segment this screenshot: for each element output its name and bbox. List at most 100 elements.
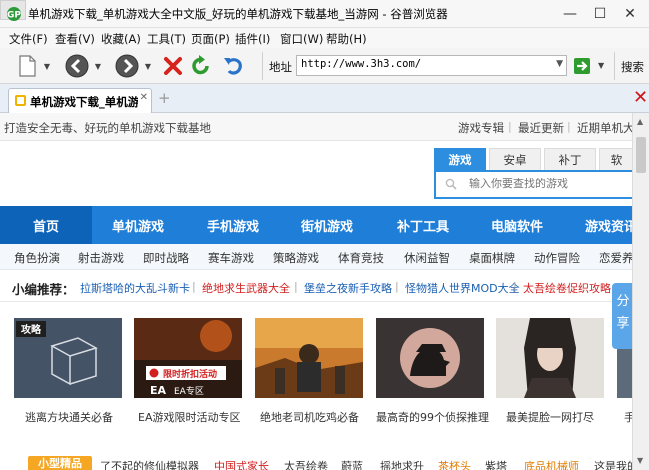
separator: | (508, 120, 512, 133)
thumb-image (255, 318, 363, 398)
search-tabs: 游戏 安卓 补丁 软 (434, 148, 632, 170)
close-window-button[interactable]: ✕ (614, 3, 646, 25)
search-tab-games[interactable]: 游戏 (434, 148, 486, 170)
small-game-link[interactable]: 紫塔 (485, 458, 507, 470)
subnav-rpg[interactable]: 角色扮演 (14, 250, 60, 266)
toolbar-separator (262, 52, 263, 80)
tab-bar: 单机游戏下载_单机游戏 ✕ + ✕ (0, 84, 649, 113)
forward-icon[interactable] (114, 53, 140, 79)
pick-link-5[interactable]: 太吾绘卷促织攻略 (523, 280, 611, 296)
separator: | (294, 280, 298, 293)
menu-plugins[interactable]: 插件(I) (235, 31, 270, 47)
thumb-caption[interactable]: 手 (624, 409, 632, 425)
back-icon[interactable] (64, 53, 90, 79)
menu-page[interactable]: 页面(P) (191, 31, 230, 47)
refresh-icon[interactable] (188, 53, 214, 79)
small-game-link[interactable]: 中国式家长 (214, 458, 269, 470)
small-game-link[interactable]: 底品机械师 (524, 458, 579, 470)
subnav-rts[interactable]: 即时战略 (143, 250, 189, 266)
undo-icon[interactable] (220, 53, 246, 79)
thumb-caption[interactable]: EA游戏限时活动专区 (138, 409, 240, 425)
tab-active[interactable]: 单机游戏下载_单机游戏 ✕ (8, 88, 152, 113)
thumb-caption[interactable]: 最高奇的99个侦探推理 (376, 409, 489, 425)
scroll-up-icon[interactable]: ▲ (637, 117, 643, 126)
site-slogan: 打造安全无毒、好玩的单机游戏下载基地 (4, 121, 211, 135)
subnav-action[interactable]: 动作冒险 (534, 250, 580, 266)
nav-game-news[interactable]: 游戏资讯 (585, 216, 632, 235)
pick-link-2[interactable]: 绝地求生武器大全 (202, 280, 290, 296)
thumb-face-customization[interactable] (496, 318, 604, 398)
new-page-dropdown-icon[interactable]: ▼ (43, 63, 51, 71)
close-all-tabs-icon[interactable]: ✕ (633, 87, 648, 108)
thumb-detective[interactable] (376, 318, 484, 398)
search-label[interactable]: 搜索 (621, 59, 644, 75)
small-games-strip: 小型精品 了不起的修仙模拟器 中国式家长 太吾绘卷 蔚蓝 摇地求升 茶杯头 紫塔… (0, 456, 632, 470)
thumb-ea-sale[interactable]: 限时折扣活动 EA EA专区 (134, 318, 242, 398)
search-tab-software[interactable]: 软 (599, 148, 632, 170)
pick-link-1[interactable]: 拉斯塔哈的大乱斗新卡 (80, 280, 190, 296)
thumb-cube-escape[interactable]: 攻略 (14, 318, 122, 398)
scroll-thumb[interactable] (636, 137, 646, 173)
nav-patch-tools[interactable]: 补丁工具 (397, 216, 449, 235)
thumb-caption[interactable]: 最美提脸一网打尽 (506, 409, 594, 425)
thumb-caption[interactable]: 逃离方块通关必备 (25, 409, 113, 425)
subnav-board[interactable]: 桌面棋牌 (469, 250, 515, 266)
forward-dropdown-icon[interactable]: ▼ (144, 63, 152, 71)
menu-view[interactable]: 查看(V) (55, 31, 95, 47)
tab-close-icon[interactable]: ✕ (140, 92, 148, 103)
nav-pc-software[interactable]: 电脑软件 (491, 216, 543, 235)
link-recent-major-games[interactable]: 近期单机大作 (577, 120, 632, 136)
search-tab-android[interactable]: 安卓 (489, 148, 541, 170)
pick-link-4[interactable]: 怪物猎人世界MOD大全 (405, 280, 520, 296)
menu-file[interactable]: 文件(F) (9, 31, 48, 47)
separator: | (567, 120, 571, 133)
share-button[interactable]: 分享 (612, 283, 632, 349)
svg-text:GP: GP (7, 11, 21, 21)
minimize-button[interactable]: — (554, 3, 586, 25)
small-game-link[interactable]: 摇地求升 (380, 458, 424, 470)
new-tab-button[interactable]: + (158, 89, 171, 107)
nav-pc-games[interactable]: 单机游戏 (112, 216, 164, 235)
tab-label: 单机游戏下载_单机游戏 (30, 95, 138, 109)
web-page: 打造安全无毒、好玩的单机游戏下载基地 游戏专辑 | 最近更新 | 近期单机大作 … (0, 113, 632, 470)
subnav-romance[interactable]: 恋爱养成 (599, 250, 632, 266)
new-page-icon[interactable] (14, 53, 40, 79)
menu-favorites[interactable]: 收藏(A) (101, 31, 141, 47)
small-game-link[interactable]: 了不起的修仙模拟器 (100, 458, 199, 470)
small-game-link[interactable]: 太吾绘卷 (284, 458, 328, 470)
site-search-input[interactable] (469, 178, 619, 190)
nav-mobile-games[interactable]: 手机游戏 (207, 216, 259, 235)
nav-arcade-games[interactable]: 街机游戏 (301, 216, 353, 235)
address-bar[interactable]: ▼ (296, 55, 567, 76)
menu-tools[interactable]: 工具(T) (147, 31, 186, 47)
small-game-link[interactable]: 蔚蓝 (341, 458, 363, 470)
menu-window[interactable]: 窗口(W) (280, 31, 323, 47)
small-games-label: 小型精品 (28, 456, 92, 470)
subnav-racing[interactable]: 赛车游戏 (208, 250, 254, 266)
nav-home[interactable]: 首页 (33, 216, 59, 235)
scroll-down-icon[interactable]: ▼ (637, 456, 643, 465)
thumb-overlay-text: EA专区 (174, 385, 204, 397)
thumb-caption[interactable]: 绝地老司机吃鸡必备 (260, 409, 359, 425)
back-dropdown-icon[interactable]: ▼ (94, 63, 102, 71)
search-tab-patches[interactable]: 补丁 (544, 148, 596, 170)
site-search-box[interactable] (434, 170, 632, 199)
small-game-link[interactable]: 茶杯头 (438, 458, 471, 470)
go-dropdown-icon[interactable]: ▼ (598, 61, 604, 70)
small-game-link[interactable]: 这是我的 (594, 458, 632, 470)
link-game-topics[interactable]: 游戏专辑 (458, 120, 504, 136)
stop-icon[interactable] (160, 53, 186, 79)
thumb-pubg[interactable] (255, 318, 363, 398)
menu-help[interactable]: 帮助(H) (326, 31, 367, 47)
subnav-puzzle[interactable]: 休闲益智 (404, 250, 450, 266)
maximize-button[interactable]: ☐ (584, 3, 616, 25)
subnav-sports[interactable]: 体育竞技 (338, 250, 384, 266)
go-icon[interactable] (574, 58, 590, 74)
link-recent-updates[interactable]: 最近更新 (518, 120, 564, 136)
address-dropdown-icon[interactable]: ▼ (556, 59, 563, 69)
subnav-shooter[interactable]: 射击游戏 (78, 250, 124, 266)
subnav-strategy[interactable]: 策略游戏 (273, 250, 319, 266)
address-input[interactable] (301, 58, 545, 70)
page-scrollbar[interactable]: ▲ ▼ (632, 113, 649, 470)
pick-link-3[interactable]: 堡垒之夜新手攻略 (304, 280, 392, 296)
